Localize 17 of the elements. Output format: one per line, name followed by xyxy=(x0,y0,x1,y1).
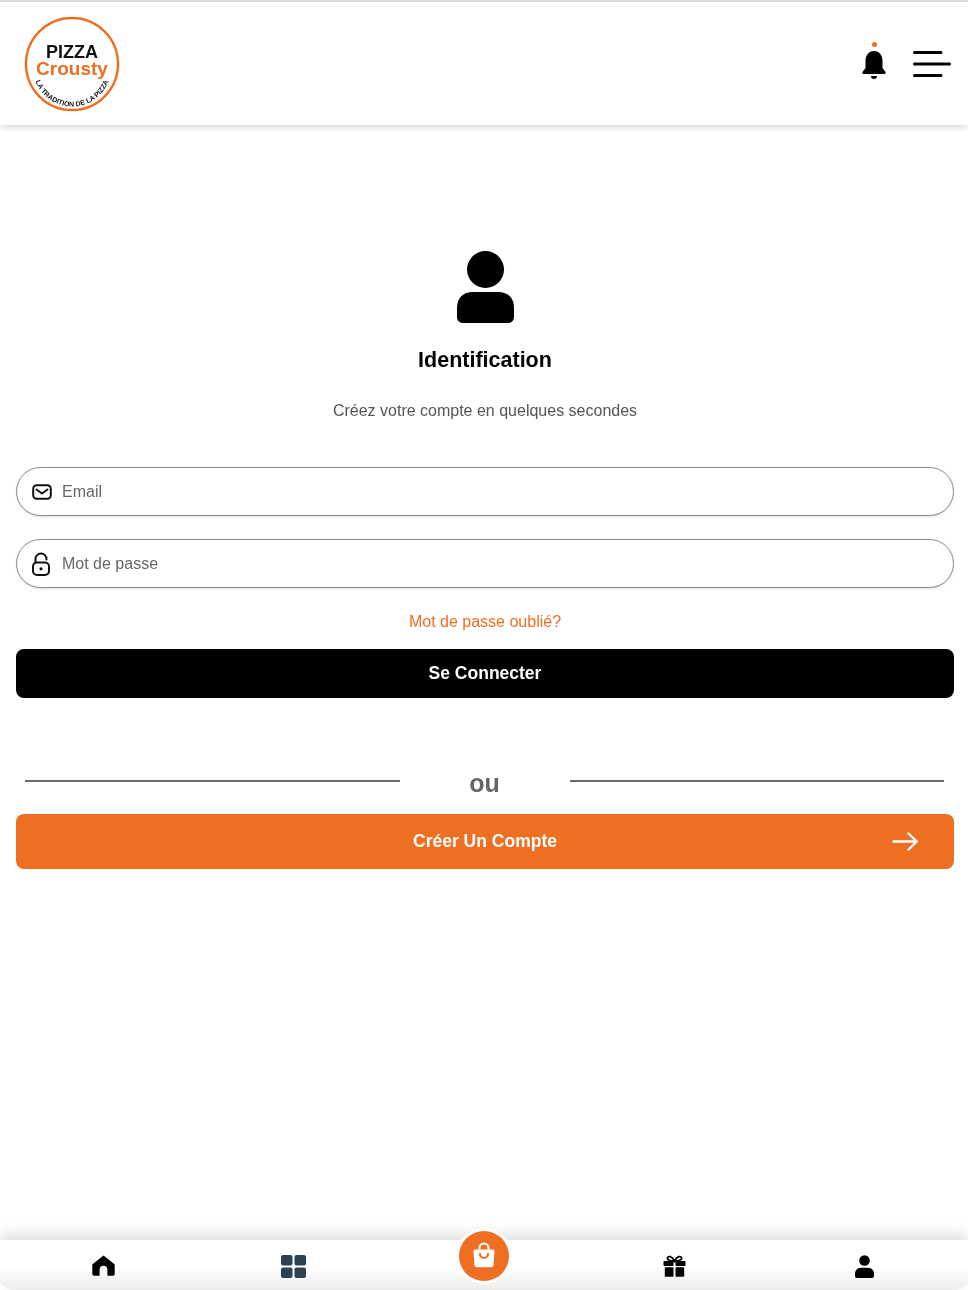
gift-icon[interactable] xyxy=(662,1255,686,1277)
password-field[interactable]: Mot de passe xyxy=(16,539,954,588)
page-title: Identification xyxy=(418,347,552,373)
login-button[interactable]: Se Connecter xyxy=(16,649,954,698)
envelope-icon xyxy=(32,483,52,500)
person-avatar-icon xyxy=(456,251,514,323)
bell-icon[interactable] xyxy=(861,48,887,80)
arrow-right-icon xyxy=(892,832,919,851)
home-icon[interactable] xyxy=(91,1255,115,1276)
unlocked-padlock-icon xyxy=(32,551,50,576)
person-icon[interactable] xyxy=(855,1255,875,1278)
page-subtitle: Créez votre compte en quelques secondes xyxy=(332,401,638,421)
separator-text: ou xyxy=(468,768,501,798)
shopping-bag-icon[interactable] xyxy=(456,1228,512,1284)
email-field[interactable]: Email xyxy=(16,467,954,516)
menu-icon[interactable] xyxy=(913,50,951,77)
grid-icon[interactable] xyxy=(281,1255,307,1278)
